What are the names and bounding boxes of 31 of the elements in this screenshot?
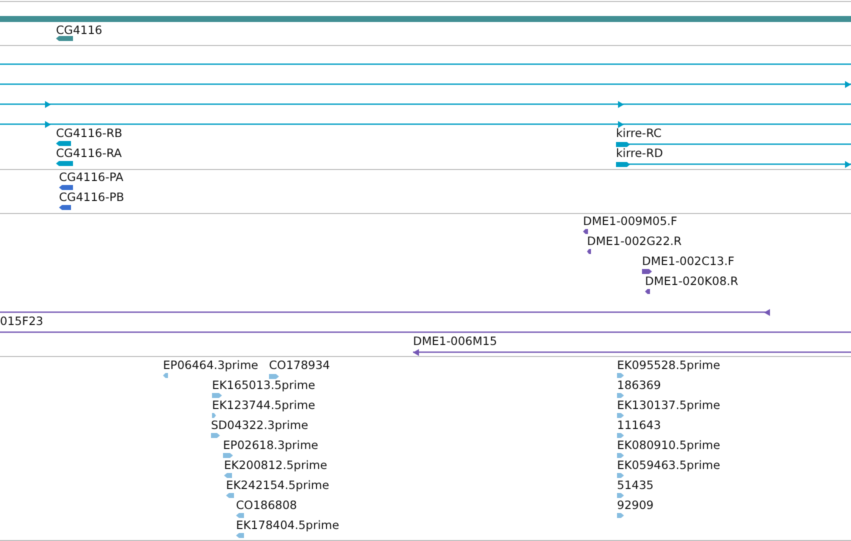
- feature-label: 92909: [617, 498, 654, 512]
- feature-label: 111643: [617, 418, 661, 432]
- feature-label: EP06464.3prime: [163, 358, 258, 372]
- feature-label: EK165013.5prime: [212, 378, 316, 392]
- feature-label: EK080910.5prime: [617, 438, 720, 452]
- feature-label: 015F23: [0, 314, 44, 328]
- feature-label: DME1-009M05.F: [583, 214, 678, 228]
- feature-label: EK178404.5prime: [236, 518, 340, 532]
- feature-label: kirre-RC: [616, 126, 662, 140]
- feature-label: CG4116: [56, 23, 102, 37]
- feature-label: DME1-006M15: [413, 334, 498, 348]
- feature-label: 186369: [617, 378, 661, 392]
- feature-label: SD04322.3prime: [211, 418, 308, 432]
- feature-label: 51435: [617, 478, 654, 492]
- feature-label: CG4116-RA: [56, 146, 122, 160]
- feature-label: EK242154.5prime: [226, 478, 330, 492]
- feature-label: EK059463.5prime: [617, 458, 720, 472]
- feature-label: EK200812.5prime: [224, 458, 328, 472]
- feature-label: CO178934: [269, 358, 330, 372]
- feature-label: CO186808: [236, 498, 297, 512]
- feature-label: CG4116-RB: [56, 126, 122, 140]
- feature-label: EK123744.5prime: [212, 398, 316, 412]
- feature-label: EP02618.3prime: [223, 438, 318, 452]
- feature-label: CG4116-PA: [59, 170, 124, 184]
- feature-label: EK130137.5prime: [617, 398, 720, 412]
- feature-label: EK095528.5prime: [617, 358, 720, 372]
- feature-label: CG4116-PB: [59, 190, 124, 204]
- feature-label: kirre-RD: [616, 146, 663, 160]
- feature-label: DME1-002C13.F: [642, 254, 734, 268]
- feature-label: DME1-020K08.R: [645, 274, 738, 288]
- feature-label: DME1-002G22.R: [587, 234, 682, 248]
